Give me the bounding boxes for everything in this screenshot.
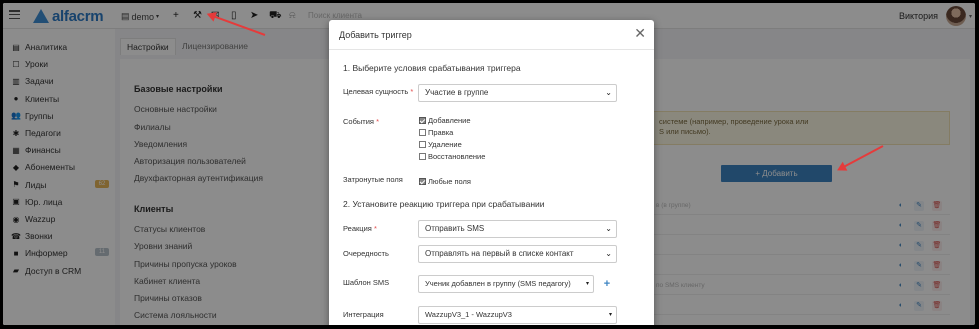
required-mark: *: [373, 224, 377, 233]
app-window: alfacrm ▤ demo ▾ + ⚒ ✉ ▯ ➤ ⛟ ⍾ Поиск кли…: [3, 3, 975, 325]
step-1-heading: 1. Выберите условия срабатывания триггер…: [343, 63, 521, 73]
integration-label: Интеграция: [343, 310, 384, 319]
template-label: Шаблон SMS: [343, 278, 390, 287]
step-2-heading: 2. Установите реакцию триггера при сраба…: [343, 199, 545, 209]
entity-select[interactable]: Участие в группе ⌄: [418, 84, 617, 102]
required-mark: *: [376, 117, 379, 126]
fields-label: Затронутые поля: [343, 175, 403, 184]
add-trigger-dialog: Добавить триггер ✕ 1. Выберите условия с…: [329, 20, 654, 325]
order-value: Отправлять на первый в списке контакт: [425, 249, 574, 258]
entity-label: Целевая сущность *: [343, 87, 413, 96]
checkbox-icon[interactable]: [419, 129, 426, 136]
chevron-down-icon: ▾: [608, 312, 612, 318]
fields-checkbox[interactable]: Любые поля: [419, 177, 471, 186]
event-checkbox[interactable]: Восстановление: [419, 152, 485, 161]
event-checkbox[interactable]: Правка: [419, 128, 453, 137]
checkbox-icon[interactable]: [419, 153, 426, 160]
reaction-label-text: Реакция: [343, 224, 372, 233]
entity-label-text: Целевая сущность: [343, 87, 409, 96]
event-checkbox[interactable]: Удаление: [419, 140, 462, 149]
reaction-select[interactable]: Отправить SMS ⌄: [418, 220, 617, 238]
event-checkbox[interactable]: Добавление: [419, 116, 471, 125]
integration-value: WazzupV3_1 - WazzupV3: [425, 310, 512, 319]
chevron-down-icon: ⌄: [605, 249, 612, 258]
add-template-button[interactable]: +: [599, 276, 615, 292]
event-label: Удаление: [428, 140, 462, 149]
chevron-down-icon: ⌄: [605, 224, 612, 233]
event-label: Восстановление: [428, 152, 486, 161]
checkbox-icon[interactable]: [419, 141, 426, 148]
events-label: События *: [343, 117, 379, 126]
order-label: Очередность: [343, 249, 389, 258]
order-select[interactable]: Отправлять на первый в списке контакт ⌄: [418, 245, 617, 263]
events-label-text: События: [343, 117, 374, 126]
chevron-down-icon: ▾: [585, 281, 589, 287]
checkbox-icon[interactable]: [419, 178, 426, 185]
template-select[interactable]: Ученик добавлен в группу (SMS педагогу) …: [418, 275, 594, 293]
checkbox-icon[interactable]: [419, 117, 426, 124]
required-mark: *: [410, 87, 414, 96]
dialog-title: Добавить триггер: [339, 30, 412, 40]
integration-select[interactable]: WazzupV3_1 - WazzupV3 ▾: [418, 306, 617, 324]
close-icon[interactable]: ✕: [634, 26, 646, 40]
event-label: Правка: [428, 128, 454, 137]
entity-value: Участие в группе: [425, 88, 489, 97]
reaction-value: Отправить SMS: [425, 224, 485, 233]
fields-value: Любые поля: [428, 177, 471, 186]
chevron-down-icon: ⌄: [605, 88, 612, 97]
event-label: Добавление: [428, 116, 471, 125]
reaction-label: Реакция *: [343, 224, 377, 233]
dialog-header: Добавить триггер ✕: [329, 20, 654, 50]
template-value: Ученик добавлен в группу (SMS педагогу): [425, 279, 571, 288]
